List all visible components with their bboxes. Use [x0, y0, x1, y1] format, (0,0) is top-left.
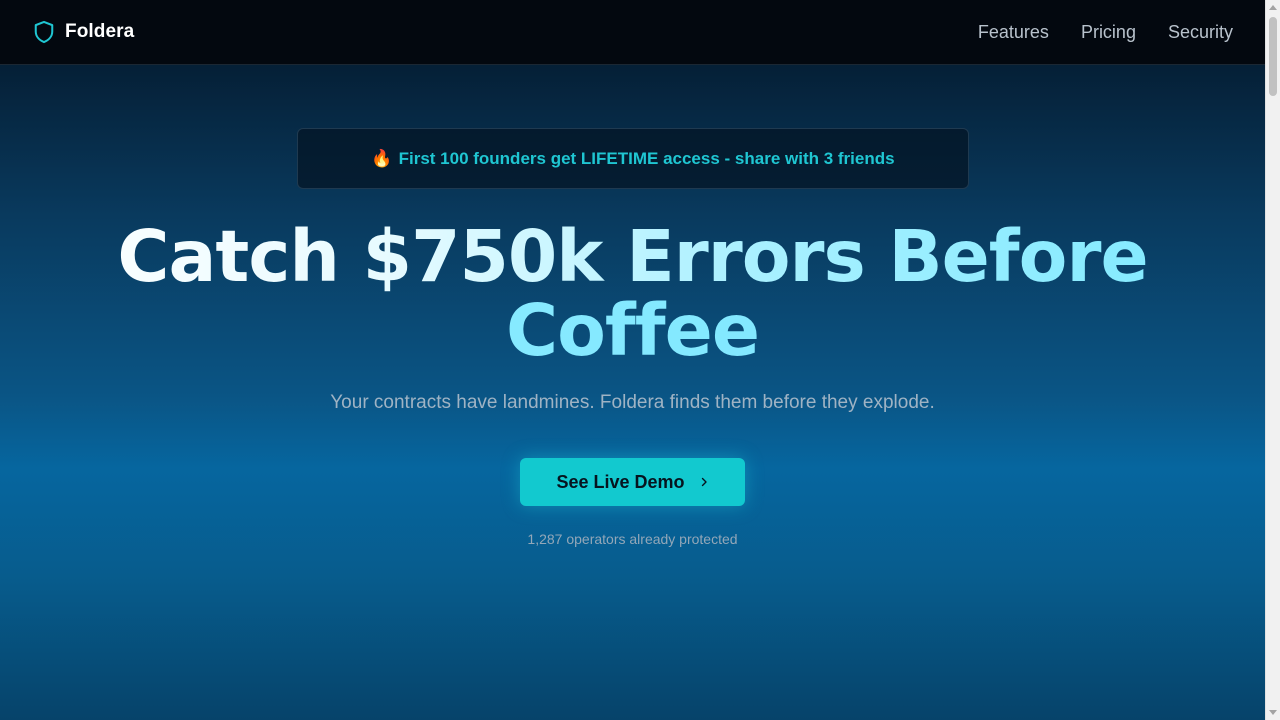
nav-link-security[interactable]: Security	[1168, 22, 1233, 43]
social-proof-text: 1,287 operators already protected	[527, 531, 738, 547]
top-navbar: Foldera Features Pricing Security	[0, 0, 1265, 65]
hero-headline: Catch $750k Errors Before Coffee	[0, 220, 1265, 368]
brand-logo[interactable]: Foldera	[33, 20, 134, 44]
chevron-right-icon	[701, 477, 707, 487]
vertical-scrollbar[interactable]	[1265, 0, 1280, 720]
nav-links: Features Pricing Security	[978, 22, 1233, 43]
hero-subheadline: Your contracts have landmines. Foldera f…	[330, 392, 935, 413]
nav-link-pricing[interactable]: Pricing	[1081, 22, 1136, 43]
scroll-up-arrow-icon[interactable]	[1269, 5, 1277, 10]
brand-name: Foldera	[65, 21, 135, 42]
see-live-demo-button[interactable]: See Live Demo	[520, 458, 745, 506]
nav-link-features[interactable]: Features	[978, 22, 1049, 43]
fire-icon: 🔥	[371, 148, 393, 168]
hero-headline-line1: Catch $750k Errors Before	[0, 220, 1265, 294]
landing-page: Foldera Features Pricing Security 🔥 Firs…	[0, 0, 1265, 720]
promo-banner[interactable]: 🔥 First 100 founders get LIFETIME access…	[297, 128, 969, 189]
scroll-down-arrow-icon[interactable]	[1269, 710, 1277, 715]
hero-headline-line2: Coffee	[0, 294, 1265, 368]
cta-label: See Live Demo	[556, 471, 685, 492]
scroll-thumb[interactable]	[1269, 17, 1277, 96]
shield-icon	[34, 20, 54, 44]
promo-banner-text: First 100 founders get LIFETIME access -…	[398, 148, 895, 168]
